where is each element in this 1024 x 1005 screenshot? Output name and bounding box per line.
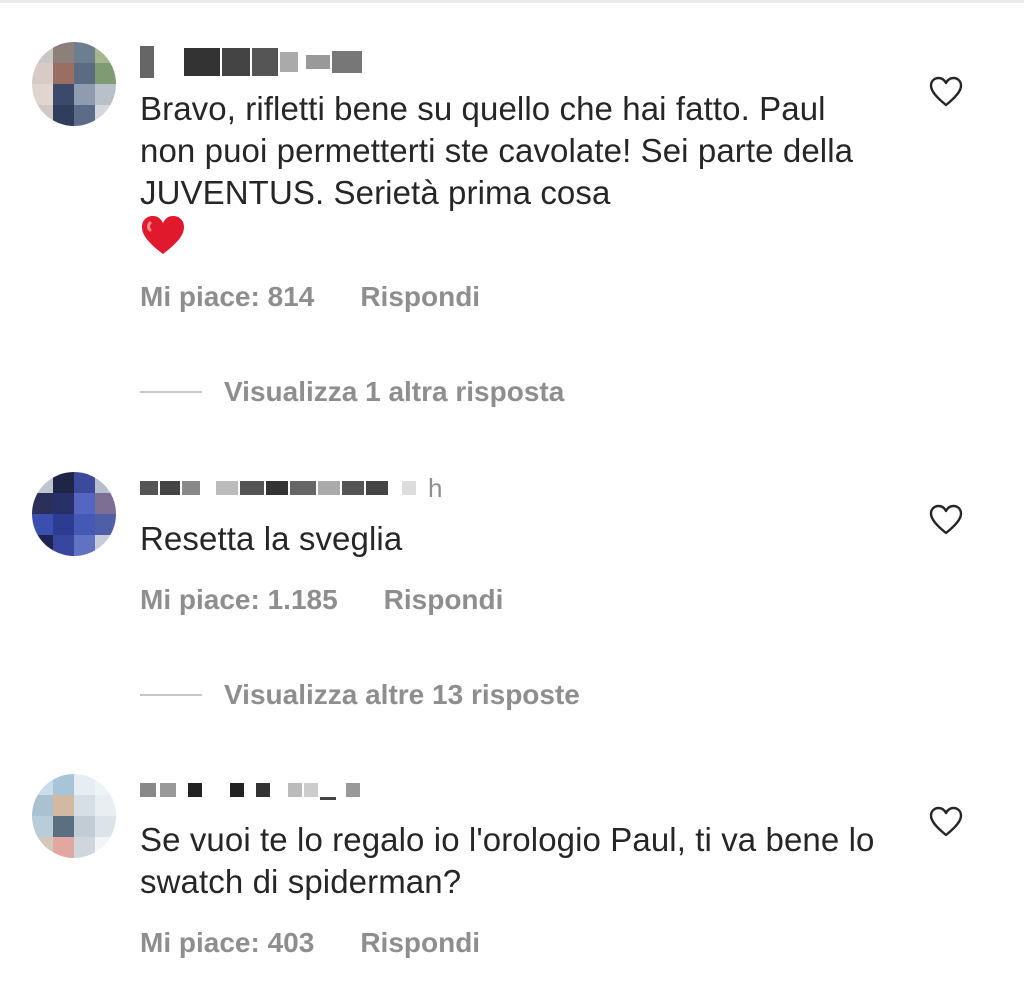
replies-divider — [140, 694, 202, 696]
comment-text: Se vuoi te lo regalo io l'orologio Paul,… — [140, 821, 875, 900]
username-blurred[interactable] — [140, 772, 362, 808]
red-heart-emoji — [140, 214, 186, 266]
view-replies-label: Visualizza 1 altra risposta — [224, 376, 565, 407]
avatar[interactable] — [32, 42, 116, 126]
like-heart-icon[interactable] — [929, 76, 963, 108]
comment-meta: Mi piace: 403 Rispondi — [140, 927, 480, 959]
view-replies-button[interactable]: Visualizza altre 13 risposte — [140, 679, 580, 711]
like-heart-icon[interactable] — [929, 806, 963, 838]
view-replies-label: Visualizza altre 13 risposte — [224, 679, 580, 710]
view-replies-button[interactable]: Visualizza 1 altra risposta — [140, 376, 564, 408]
comment-text: Bravo, rifletti bene su quello che hai f… — [140, 88, 880, 266]
like-heart-icon[interactable] — [929, 504, 963, 536]
replies-divider — [140, 391, 202, 393]
avatar[interactable] — [32, 472, 116, 556]
comment-meta: Mi piace: 814 Rispondi — [140, 281, 480, 313]
comment-time: h — [428, 472, 443, 503]
reply-button[interactable]: Rispondi — [384, 584, 504, 616]
likes-count[interactable]: Mi piace: 814 — [140, 281, 314, 313]
comment-text: Resetta la sveglia — [140, 520, 403, 557]
top-divider — [0, 0, 1024, 3]
likes-count[interactable]: Mi piace: 1.185 — [140, 584, 338, 616]
comment-meta: Mi piace: 1.185 Rispondi — [140, 584, 503, 616]
username-blurred[interactable] — [140, 44, 364, 80]
likes-count[interactable]: Mi piace: 403 — [140, 927, 314, 959]
username-blurred[interactable]: h — [140, 470, 442, 506]
reply-button[interactable]: Rispondi — [360, 927, 480, 959]
reply-button[interactable]: Rispondi — [360, 281, 480, 313]
avatar[interactable] — [32, 774, 116, 858]
